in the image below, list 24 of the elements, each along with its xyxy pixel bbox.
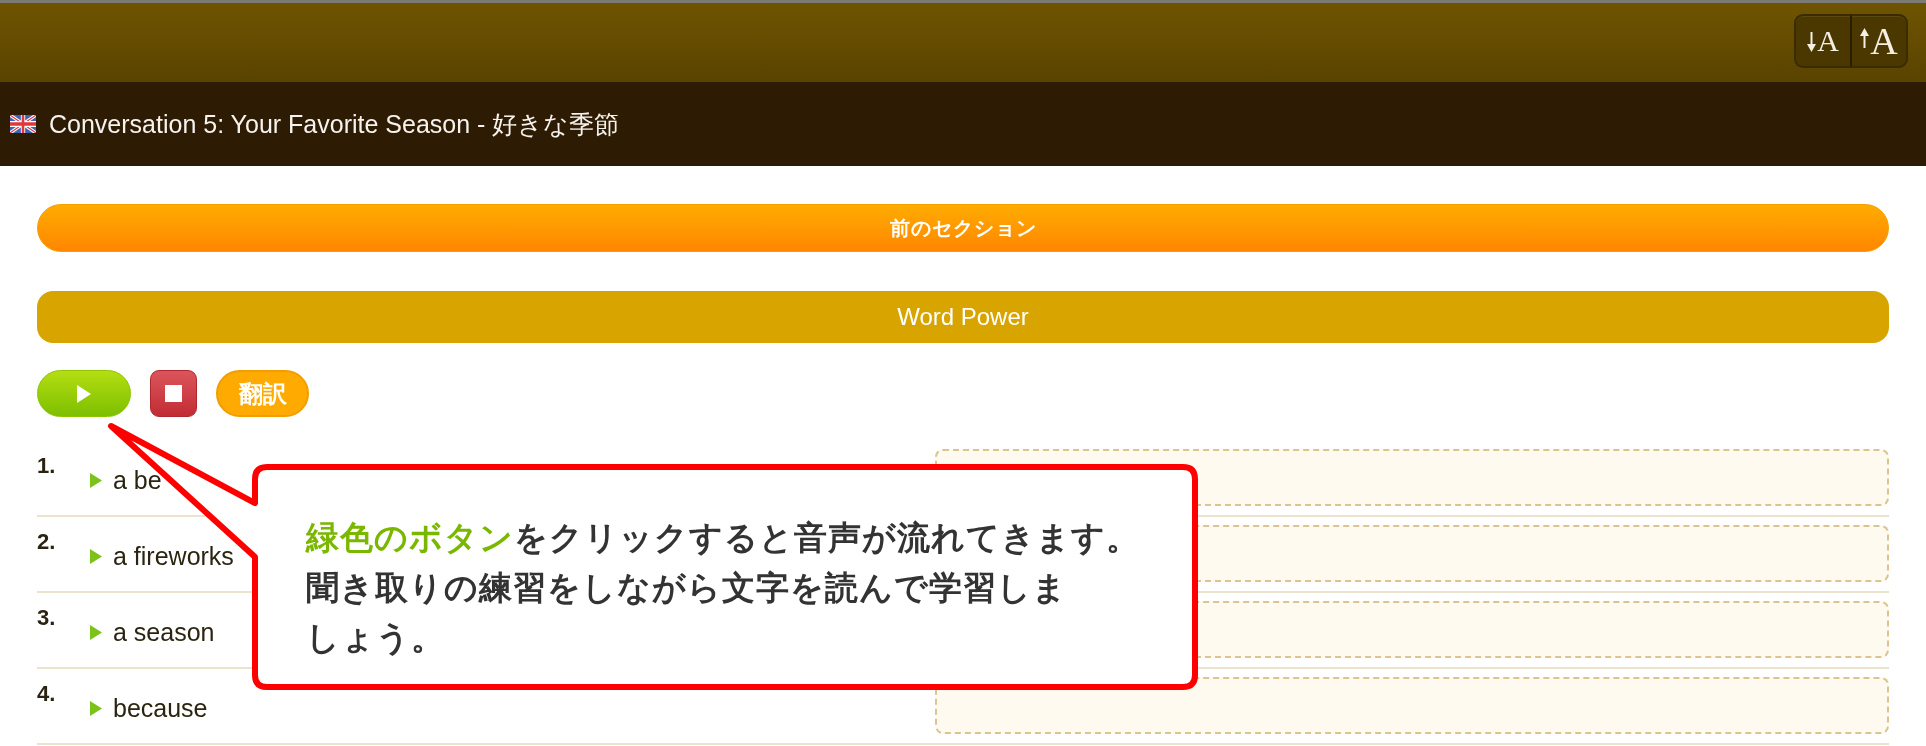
section-header: Word Power <box>37 291 1889 343</box>
play-icon[interactable] <box>90 624 102 640</box>
page-title: Conversation 5: Your Favorite Season - 好きな季節 <box>49 108 620 140</box>
stop-button[interactable] <box>150 370 197 417</box>
arrow-down-icon <box>1807 32 1817 52</box>
word-text: a fireworks <box>113 542 234 570</box>
word-text: a be <box>113 466 162 494</box>
word-text: a season <box>113 618 215 646</box>
play-icon[interactable] <box>90 700 102 716</box>
play-button[interactable] <box>37 370 131 417</box>
play-icon[interactable] <box>90 548 102 564</box>
play-icon[interactable] <box>90 472 102 488</box>
item-number: 2. <box>37 531 57 553</box>
play-icon <box>77 384 91 403</box>
font-decrease-button[interactable]: A <box>1794 14 1851 68</box>
stop-icon <box>165 385 182 402</box>
item-number: 3. <box>37 607 57 629</box>
callout-text: 緑色のボタン をクリックすると音声が流れてきます。 聞き取りの練習をしながら文字を読んで学習しましょう。 <box>306 517 1140 659</box>
item-number: 4. <box>37 683 57 705</box>
arrow-up-icon <box>1860 28 1870 48</box>
flag-icon <box>10 115 36 133</box>
item-number: 1. <box>37 455 57 477</box>
word-text: because <box>113 694 208 722</box>
font-increase-button[interactable]: A <box>1851 14 1908 68</box>
